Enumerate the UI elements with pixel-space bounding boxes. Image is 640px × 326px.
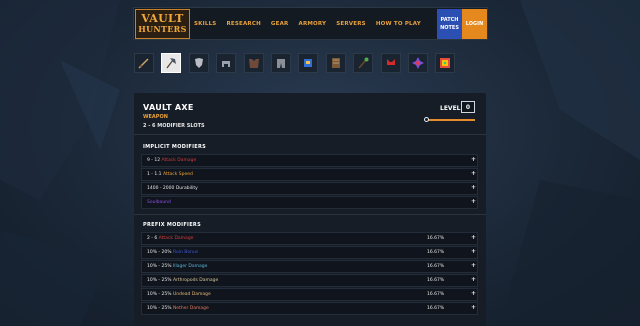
expand-icon[interactable]: + [471,234,476,241]
logo-line2: HUNTERS [138,24,187,34]
gear-selector [134,53,463,73]
level-slider-track[interactable] [426,119,475,121]
nav-menu: SKILLS RESEARCH GEAR ARMORY SERVERS HOW … [194,8,431,39]
vault-hunters-logo[interactable]: VAULT HUNTERS [135,9,190,39]
implicit-row[interactable]: 9 - 12 Attack Damage + [141,154,478,167]
implicit-row[interactable]: 1400 - 2000 Durability + [141,182,478,195]
gear-item-trinket[interactable] [435,53,456,73]
nav-link-skills[interactable]: SKILLS [194,21,216,27]
expand-icon[interactable]: + [471,248,476,255]
nav-link-servers[interactable]: SERVERS [336,21,366,27]
modifier-chance: 16.67% [427,278,445,283]
nav-link-gear[interactable]: GEAR [271,21,289,27]
gear-title: VAULT AXE [143,103,194,112]
patch-notes-line2: NOTES [440,25,459,31]
modifier-chance: 16.67% [427,264,445,269]
modifier-chance: 16.67% [427,250,445,255]
sword-icon [138,58,149,69]
leggings-icon [276,59,285,68]
gear-detail-panel: VAULT AXE WEAPON 2 - 6 MODIFIER SLOTS LE… [134,93,486,326]
modifier-text: 10% - 25% Arthropods Damage [147,278,219,283]
gear-item-helmet[interactable] [216,53,237,73]
modifier-text: Soulbound [147,200,171,205]
prefix-row[interactable]: 10% - 25% Illager Damage 16.67% + [141,260,478,273]
idol-icon [358,57,369,69]
chestplate-icon [248,59,259,68]
axe-icon [166,58,177,69]
prefix-modifiers-heading: PREFIX MODIFIERS [143,222,201,228]
expand-icon[interactable]: + [471,276,476,283]
patch-notes-button[interactable]: PATCH NOTES [437,9,462,39]
gear-item-chestplate[interactable] [243,53,264,73]
divider [134,134,486,135]
gear-item-idol[interactable] [353,53,374,73]
login-button[interactable]: LOGIN [462,9,487,39]
modifier-text: 9 - 12 Attack Damage [147,158,197,163]
expand-icon[interactable]: + [471,304,476,311]
helmet-icon [222,61,231,67]
expand-icon[interactable]: + [471,184,476,191]
gear-item-charm[interactable] [407,53,428,73]
nav-link-armory[interactable]: ARMORY [298,21,326,27]
gear-item-boots[interactable] [298,53,319,73]
gear-type: WEAPON [143,114,168,120]
charm-icon [411,57,424,69]
prefix-row[interactable]: 10% - 25% Undead Damage 16.67% + [141,288,478,301]
level-slider-thumb[interactable] [424,117,429,122]
implicit-row[interactable]: 1 - 1.1 Attack Speed + [141,168,478,181]
modifier-text: 10% - 25% Undead Damage [147,292,211,297]
gear-item-shield[interactable] [188,53,209,73]
modifier-chance: 16.67% [427,236,445,241]
modifier-chance: 16.67% [427,306,445,311]
nav-link-research[interactable]: RESEARCH [226,21,260,27]
top-navigation: VAULT HUNTERS SKILLS RESEARCH GEAR ARMOR… [133,7,488,40]
boots-icon [304,59,313,67]
implicit-modifiers-heading: IMPLICIT MODIFIERS [143,144,207,150]
modifier-text: 10% - 25% Illager Damage [147,264,208,269]
expand-icon[interactable]: + [471,262,476,269]
gear-item-sword[interactable] [134,53,154,73]
level-label: LEVEL [440,105,461,112]
gear-item-leggings[interactable] [270,53,291,73]
expand-icon[interactable]: + [471,170,476,177]
implicit-row[interactable]: Soulbound + [141,196,478,209]
modifier-text: 2 - 6 Attack Damage [147,236,194,241]
logo-line1: VAULT [141,12,184,25]
patch-notes-line1: PATCH [440,17,459,23]
prefix-row[interactable]: 2 - 6 Attack Damage 16.67% + [141,232,478,245]
prefix-row[interactable]: 10% - 20% Ruin Bonus 16.67% + [141,246,478,259]
modifier-text: 10% - 20% Ruin Bonus [147,250,199,255]
modifier-chance: 16.67% [427,292,445,297]
expand-icon[interactable]: + [471,290,476,297]
expand-icon[interactable]: + [471,198,476,205]
divider [134,214,486,215]
modifier-text: 1 - 1.1 Attack Speed [147,172,193,177]
modifier-text: 10% - 25% Nether Damage [147,306,209,311]
gear-item-magnet[interactable] [325,53,346,73]
modifier-slots: 2 - 6 MODIFIER SLOTS [143,123,205,129]
wand-icon [386,59,395,65]
shield-icon [194,58,203,68]
level-input[interactable]: 0 [461,101,475,113]
expand-icon[interactable]: + [471,156,476,163]
trinket-icon [440,58,451,68]
modifier-text: 1400 - 2000 Durability [147,186,198,191]
magnet-icon [331,58,340,68]
prefix-row[interactable]: 10% - 25% Arthropods Damage 16.67% + [141,274,478,287]
nav-link-how-to-play[interactable]: HOW TO PLAY [376,21,421,27]
prefix-row[interactable]: 10% - 25% Nether Damage 16.67% + [141,302,478,315]
gear-item-axe[interactable] [161,53,182,73]
gear-item-wand[interactable] [380,53,401,73]
